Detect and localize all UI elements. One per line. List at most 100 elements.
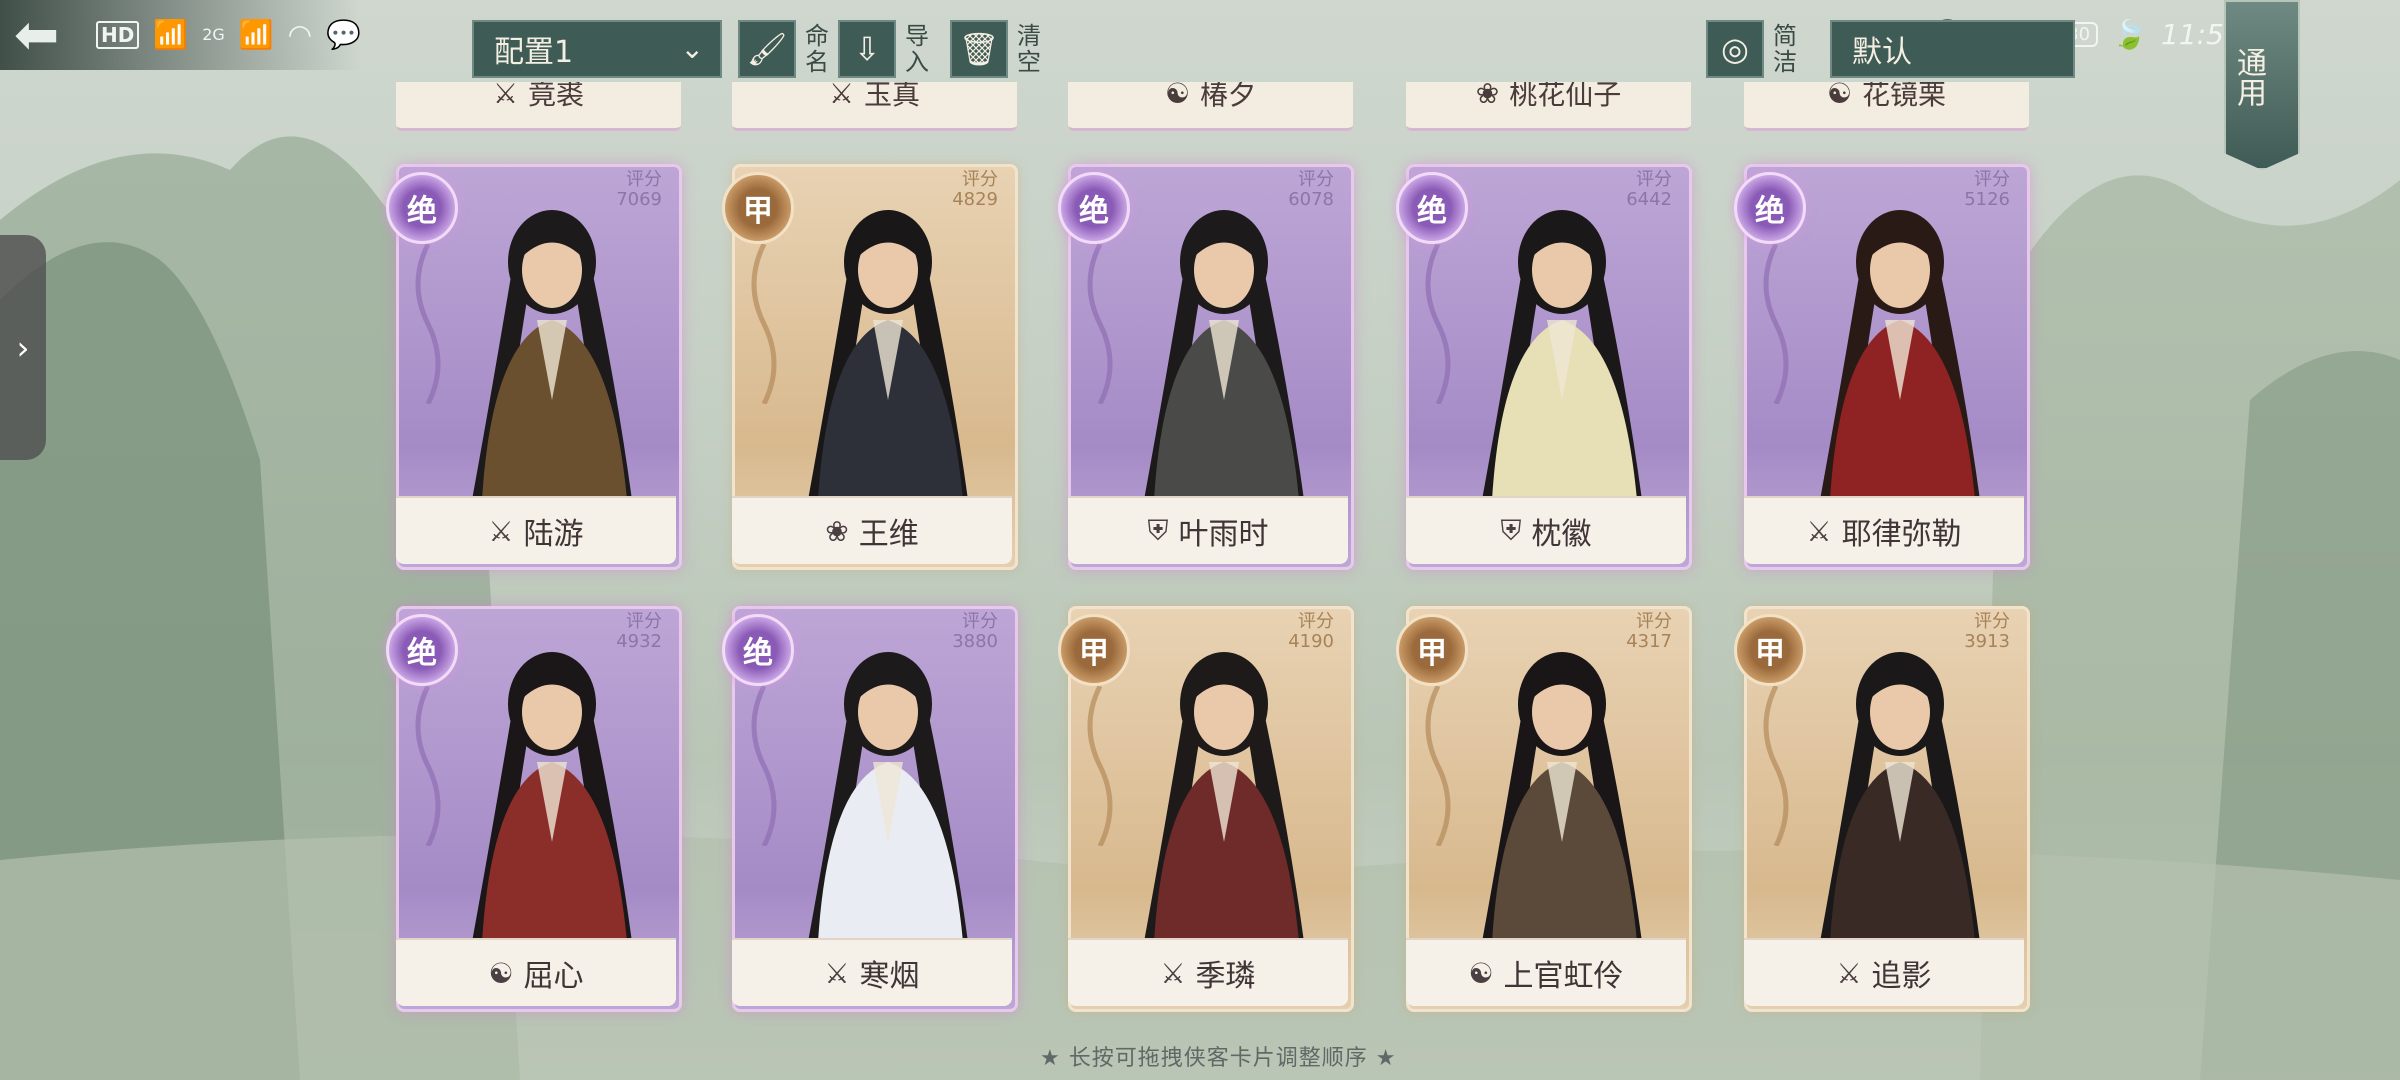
import-label: 导入 [905, 22, 929, 76]
grade-badge: 甲 [722, 172, 794, 244]
back-arrow-icon[interactable]: ⬅ [14, 8, 94, 62]
score-block: 评分 5126 [1964, 170, 2010, 210]
grade-text: 绝 [407, 636, 437, 671]
sword-icon: ⚔ [488, 514, 514, 548]
simple-label: 简洁 [1773, 22, 1797, 76]
wifi-icon: ◠ [287, 18, 313, 51]
hero-name: 王维 [858, 517, 919, 552]
score-value: 3913 [1964, 631, 2010, 652]
hero-card[interactable]: 甲 评分 4190 ⚔ 季璘 [1058, 606, 1354, 1012]
decorative-swirl [1087, 686, 1113, 846]
hero-name: 耶律弥勒 [1841, 517, 1962, 552]
score-block: 评分 3880 [952, 612, 998, 652]
decorative-swirl [415, 244, 441, 404]
score-block: 评分 6442 [1626, 170, 1672, 210]
grade-text: 绝 [1755, 194, 1785, 229]
swirl-icon: ☯ [1826, 82, 1853, 110]
score-block: 评分 4190 [1288, 612, 1334, 652]
score-block: 评分 3913 [1964, 612, 2010, 652]
grade-text: 甲 [1417, 636, 1447, 671]
hero-card[interactable]: 绝 评分 5126 ⚔ 耶律弥勒 [1734, 164, 2030, 570]
hero-name: 季璘 [1195, 959, 1256, 994]
leaf-icon: 🍃 [2112, 18, 2148, 51]
config-select[interactable]: 配置1 ⌄ [472, 20, 722, 78]
import-button[interactable]: ⇩ 导入 [838, 20, 932, 78]
lotus-icon: ❀ [1475, 82, 1500, 110]
hero-card[interactable]: 甲 评分 4317 ☯ 上官虹伶 [1396, 606, 1692, 1012]
rename-button[interactable]: 🖌 命名 [738, 20, 832, 78]
card-nameplate: ⛨ 枕徽 [1406, 496, 1686, 564]
grade-badge: 甲 [1396, 614, 1468, 686]
hero-card[interactable]: 绝 评分 4932 ☯ 屈心 [386, 606, 682, 1012]
trash-icon: 🗑 [950, 20, 1008, 78]
decorative-swirl [751, 686, 777, 846]
clear-button[interactable]: 🗑 清空 [950, 20, 1044, 78]
card-nameplate: ⛨ 叶雨时 [1068, 496, 1348, 564]
hero-card[interactable]: 绝 评分 6442 ⛨ 枕徽 [1396, 164, 1692, 570]
score-value: 5126 [1964, 189, 2010, 210]
card-nameplate: ⚔ 追影 [1744, 938, 2024, 1006]
hd-indicator: HD [96, 20, 140, 49]
lotus-icon: ❀ [825, 514, 849, 548]
grade-badge: 绝 [386, 614, 458, 686]
hero-name: 追影 [1871, 959, 1932, 994]
swirl-icon: ☯ [1468, 956, 1494, 990]
score-label: 评分 [626, 611, 662, 632]
grade-text: 甲 [1755, 636, 1785, 671]
hero-card[interactable]: 甲 评分 4829 ❀ 王维 [722, 164, 1018, 570]
hero-card[interactable]: 绝 评分 3880 ⚔ 寒烟 [722, 606, 1018, 1012]
eye-hidden-icon: ◎ [1706, 20, 1764, 78]
grade-badge: 绝 [1734, 172, 1806, 244]
score-label: 评分 [962, 611, 998, 632]
hero-card[interactable]: 甲 评分 3913 ⚔ 追影 [1734, 606, 2030, 1012]
grade-text: 绝 [407, 194, 437, 229]
score-label: 评分 [1636, 169, 1672, 190]
decorative-swirl [1425, 244, 1451, 404]
score-value: 4932 [616, 631, 662, 652]
sort-select[interactable]: 默认 [1830, 20, 2075, 78]
signal-icon-2: 📶 [238, 18, 274, 51]
partial-card-name: 桃花仙子 [1509, 82, 1622, 111]
hero-name: 屈心 [523, 959, 584, 994]
shield-icon: ⛨ [1147, 514, 1169, 547]
partial-card-name: 玉真 [864, 82, 921, 111]
hero-card[interactable]: 绝 评分 6078 ⛨ 叶雨时 [1058, 164, 1354, 570]
brush-icon: 🖌 [738, 20, 796, 78]
general-tab[interactable]: 通用 [2224, 0, 2300, 170]
partial-card[interactable]: ⚔ 玉真 [732, 82, 1017, 131]
score-block: 评分 4932 [616, 612, 662, 652]
hero-card[interactable]: 绝 评分 7069 ⚔ 陆游 [386, 164, 682, 570]
partial-card[interactable]: ❀ 桃花仙子 [1406, 82, 1691, 131]
card-nameplate: ☯ 上官虹伶 [1406, 938, 1686, 1006]
card-nameplate: ❀ 王维 [732, 496, 1012, 564]
sword-icon: ⚔ [824, 956, 850, 990]
score-label: 评分 [626, 169, 662, 190]
partial-card[interactable]: ☯ 花镜栗 [1744, 82, 2029, 131]
score-block: 评分 4829 [952, 170, 998, 210]
decorative-swirl [751, 244, 777, 404]
decorative-swirl [1763, 244, 1789, 404]
partial-card[interactable]: ⚔ 竟裘 [396, 82, 681, 131]
grade-badge: 绝 [386, 172, 458, 244]
grade-badge: 甲 [1734, 614, 1806, 686]
grade-text: 甲 [743, 194, 773, 229]
simple-mode-button[interactable]: ◎ 简洁 [1706, 20, 1800, 78]
partial-card[interactable]: ☯ 椿夕 [1068, 82, 1353, 131]
hero-name: 陆游 [523, 517, 584, 552]
drag-hint: ★ 长按可拖拽侠客卡片调整顺序 ★ [1040, 1046, 1397, 1071]
decorative-swirl [1087, 244, 1113, 404]
grade-text: 甲 [1079, 636, 1109, 671]
score-label: 评分 [1974, 169, 2010, 190]
swirl-icon: ☯ [488, 956, 514, 990]
decorative-swirl [415, 686, 441, 846]
score-value: 7069 [616, 189, 662, 210]
decorative-swirl [1425, 686, 1451, 846]
side-drawer-handle[interactable]: › [0, 235, 46, 460]
chevron-right-icon: › [16, 328, 30, 367]
general-tab-label: 通用 [2231, 47, 2266, 107]
score-label: 评分 [1298, 169, 1334, 190]
grade-badge: 甲 [1058, 614, 1130, 686]
sword-icon: ⚔ [828, 82, 855, 110]
hero-name: 寒烟 [859, 959, 920, 994]
score-value: 3880 [952, 631, 998, 652]
